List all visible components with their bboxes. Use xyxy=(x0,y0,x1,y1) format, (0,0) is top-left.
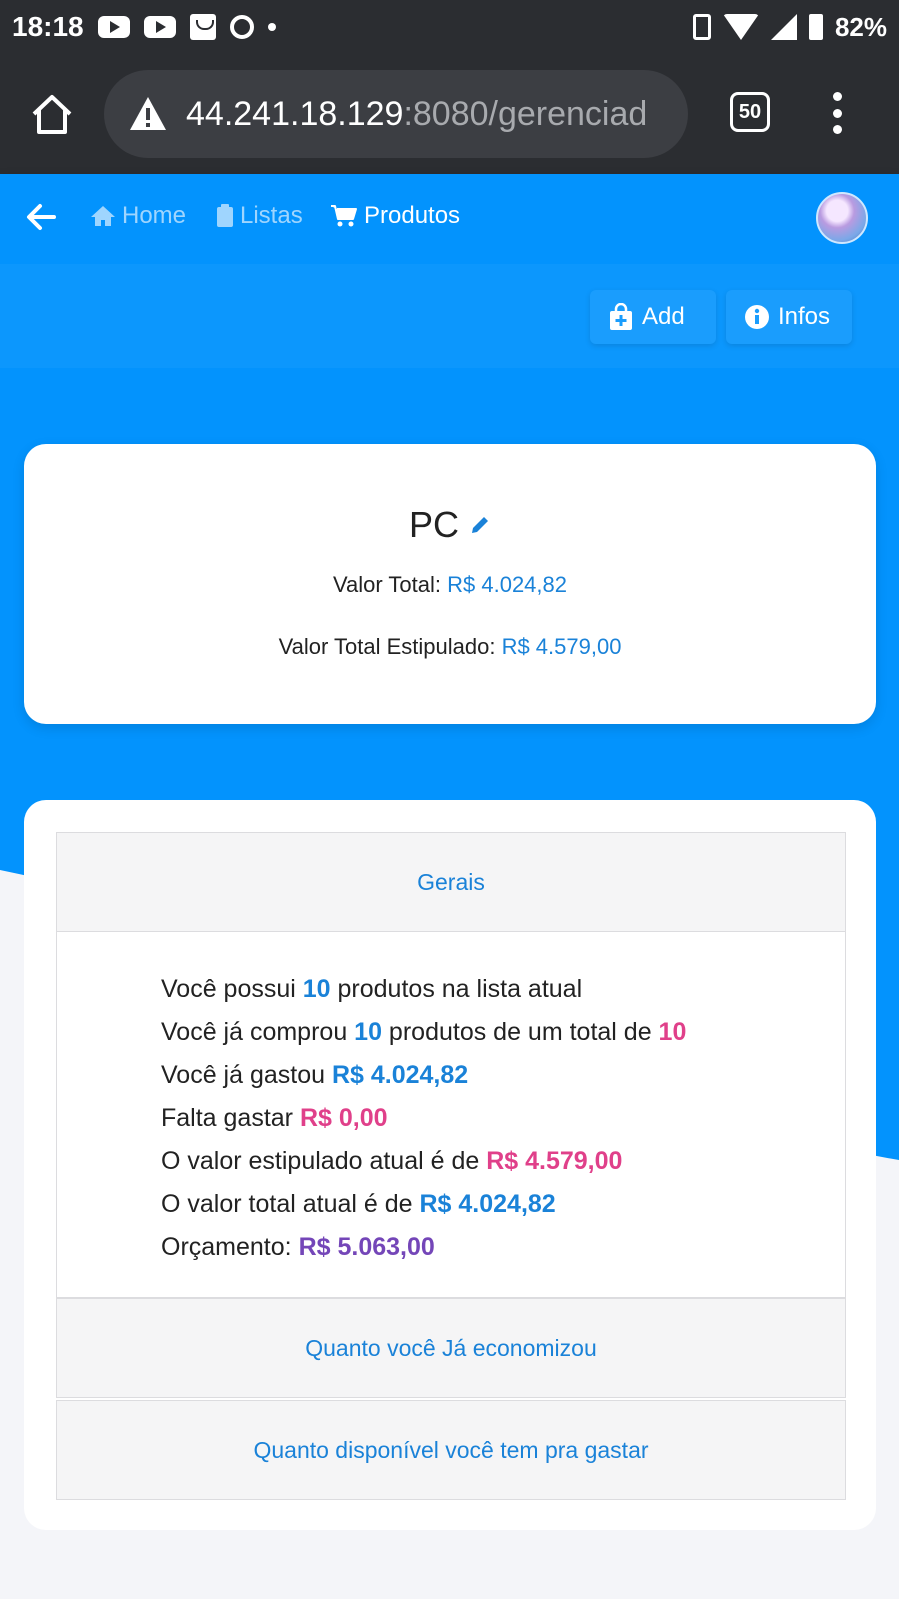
budget-value: R$ 5.063,00 xyxy=(298,1233,435,1261)
bag-plus-icon xyxy=(610,303,632,330)
stat-line-remaining: Falta gastar R$ 0,00 xyxy=(161,1104,388,1132)
url-host: 44.241.18.129 xyxy=(186,94,404,133)
more-notifications-dot-icon xyxy=(267,23,276,31)
status-time: 18:18 xyxy=(12,11,84,42)
browser-menu-icon[interactable] xyxy=(830,92,844,134)
youtube-icon xyxy=(97,16,130,38)
stat-line-budget: Orçamento: R$ 5.063,00 xyxy=(161,1233,435,1261)
house-icon xyxy=(91,206,115,226)
estimated-stat-value: R$ 4.579,00 xyxy=(486,1147,623,1175)
nav-listas-label: Listas xyxy=(240,202,303,229)
user-avatar[interactable] xyxy=(816,192,868,244)
battery-percent: 82% xyxy=(834,11,887,42)
stat-line-spent: Você já gastou R$ 4.024,82 xyxy=(161,1061,469,1089)
stat-line-estimated: O valor estipulado atual é de R$ 4.579,0… xyxy=(161,1147,623,1175)
system-icons: 82% xyxy=(692,11,887,43)
infos-button[interactable]: Infos xyxy=(726,290,852,344)
home-icon[interactable] xyxy=(28,90,76,138)
accordion-disponivel-header[interactable]: Quanto disponível você tem pra gastar xyxy=(56,1400,846,1500)
nav-home[interactable]: Home xyxy=(90,202,186,230)
list-summary-card: PC Valor Total: R$ 4.024,82 Valor Total … xyxy=(24,444,876,724)
estimated-total-line: Valor Total Estipulado: R$ 4.579,00 xyxy=(24,634,876,660)
total-stat-value: R$ 4.024,82 xyxy=(419,1190,556,1218)
spent-value: R$ 4.024,82 xyxy=(331,1061,469,1089)
add-button[interactable]: Add xyxy=(590,290,716,344)
infos-button-label: Infos xyxy=(778,303,831,330)
bought-count: 10 xyxy=(354,1018,382,1046)
remaining-value: R$ 0,00 xyxy=(299,1104,388,1132)
nav-produtos-label: Produtos xyxy=(364,202,461,229)
estimated-value: R$ 4.579,00 xyxy=(501,634,622,659)
stat-line-products: Você possui 10 produtos na lista atual xyxy=(161,975,583,1003)
youtube-icon xyxy=(143,16,176,38)
disc-icon xyxy=(229,15,254,39)
total-value-line: Valor Total: R$ 4.024,82 xyxy=(24,572,876,598)
stats-card: Gerais Você possui 10 produtos na lista … xyxy=(24,800,876,1530)
list-name: PC xyxy=(408,504,459,545)
tab-switcher-button[interactable]: 50 xyxy=(730,92,770,132)
list-title: PC xyxy=(24,504,876,546)
signal-icon xyxy=(770,14,797,40)
add-button-label: Add xyxy=(642,303,685,330)
total-value: R$ 4.024,82 xyxy=(447,572,567,597)
browser-toolbar: 44.241.18.129:8080/gerenciad 50 xyxy=(0,54,899,174)
info-icon xyxy=(745,305,769,329)
accordion-economizou-header[interactable]: Quanto você Já economizou xyxy=(56,1298,846,1398)
stat-line-bought: Você já comprou 10 produtos de um total … xyxy=(161,1018,687,1046)
products-count: 10 xyxy=(302,975,331,1003)
url-path: :8080/gerenciad xyxy=(403,94,648,133)
wifi-icon xyxy=(722,14,759,40)
total-count: 10 xyxy=(658,1018,687,1046)
shopping-bag-icon xyxy=(189,14,216,40)
vibrate-icon xyxy=(692,14,711,40)
app-navbar: Home Listas Produtos xyxy=(0,174,899,264)
nav-home-label: Home xyxy=(122,202,187,229)
battery-icon xyxy=(808,14,823,40)
clipboard-icon xyxy=(217,204,233,227)
status-bar: 18:18 82% xyxy=(0,0,899,54)
notification-icons xyxy=(97,14,276,40)
stat-line-total: O valor total atual é de R$ 4.024,82 xyxy=(161,1190,556,1218)
nav-produtos[interactable]: Produtos xyxy=(330,202,460,230)
accordion-gerais-body: Você possui 10 produtos na lista atual V… xyxy=(56,932,846,1298)
edit-pencil-icon[interactable] xyxy=(469,514,491,536)
warning-icon[interactable] xyxy=(128,94,168,134)
nav-listas[interactable]: Listas xyxy=(216,202,303,230)
address-bar[interactable]: 44.241.18.129:8080/gerenciad xyxy=(104,70,688,158)
accordion-gerais-header[interactable]: Gerais xyxy=(56,832,846,932)
cart-icon xyxy=(331,205,357,227)
back-arrow-icon[interactable] xyxy=(24,200,58,234)
estimated-label: Valor Total Estipulado: xyxy=(278,634,502,659)
total-label: Valor Total: xyxy=(332,572,448,597)
